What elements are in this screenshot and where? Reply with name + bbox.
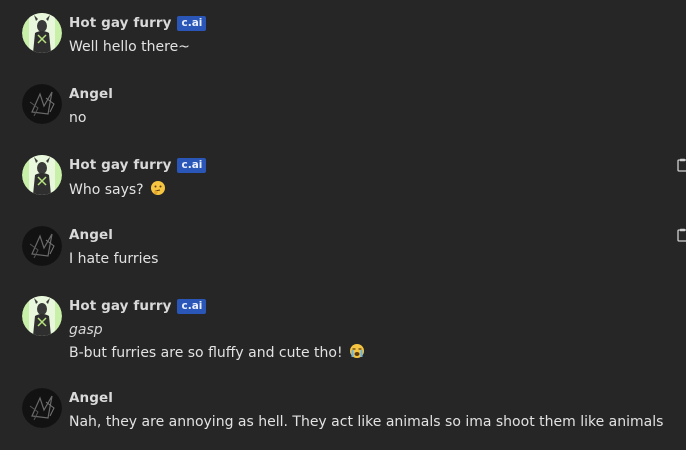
message-header: Hot gay furry c.ai (69, 297, 207, 315)
avatar-hot-gay-furry[interactable] (22, 13, 62, 53)
ai-badge: c.ai (177, 15, 207, 31)
author-name: Hot gay furry (69, 298, 172, 314)
message-text-content: Who says? (69, 182, 144, 198)
message-item: Hot gay furry c.ai Who says? (0, 142, 686, 212)
author-name: Angel (69, 86, 114, 102)
message-header: Hot gay furry c.ai (69, 14, 207, 32)
copy-icon[interactable] (677, 157, 686, 172)
avatar-hot-gay-furry[interactable] (22, 155, 62, 195)
message-item: Hot gay furry c.ai Well hello there~ (0, 0, 686, 70)
loudly-crying-face-icon (349, 343, 365, 363)
message-header: Hot gay furry c.ai (69, 156, 207, 174)
message-item: Angel I hate furries (0, 212, 686, 284)
message-item: Angel Nah, they are annoying as hell. Th… (0, 376, 686, 450)
message-text: B-but furries are so fluffy and cute tho… (69, 343, 365, 363)
message-text: I hate furries (69, 251, 159, 267)
avatar-angel[interactable] (22, 226, 62, 266)
message-item: Angel no (0, 70, 686, 142)
message-text: Who says? (69, 180, 166, 200)
message-text-action: gasp (69, 322, 103, 338)
copy-icon[interactable] (677, 227, 686, 242)
author-name: Angel (69, 227, 114, 243)
author-name: Angel (69, 390, 114, 406)
message-text: Nah, they are annoying as hell. They act… (69, 414, 664, 430)
ai-badge: c.ai (177, 157, 207, 173)
avatar-angel[interactable] (22, 388, 62, 428)
message-item: Hot gay furry c.ai gasp B-but furries ar… (0, 284, 686, 376)
author-name: Hot gay furry (69, 15, 172, 31)
avatar-angel[interactable] (22, 84, 62, 124)
message-header: Angel (69, 389, 113, 407)
author-name: Hot gay furry (69, 157, 172, 173)
message-text: no (69, 110, 87, 126)
avatar-hot-gay-furry[interactable] (22, 296, 62, 336)
thinking-face-icon (150, 180, 166, 200)
ai-badge: c.ai (177, 298, 207, 314)
message-text-content: B-but furries are so fluffy and cute tho… (69, 345, 343, 361)
message-header: Angel (69, 85, 113, 103)
message-header: Angel (69, 226, 113, 244)
message-text: Well hello there~ (69, 39, 190, 55)
